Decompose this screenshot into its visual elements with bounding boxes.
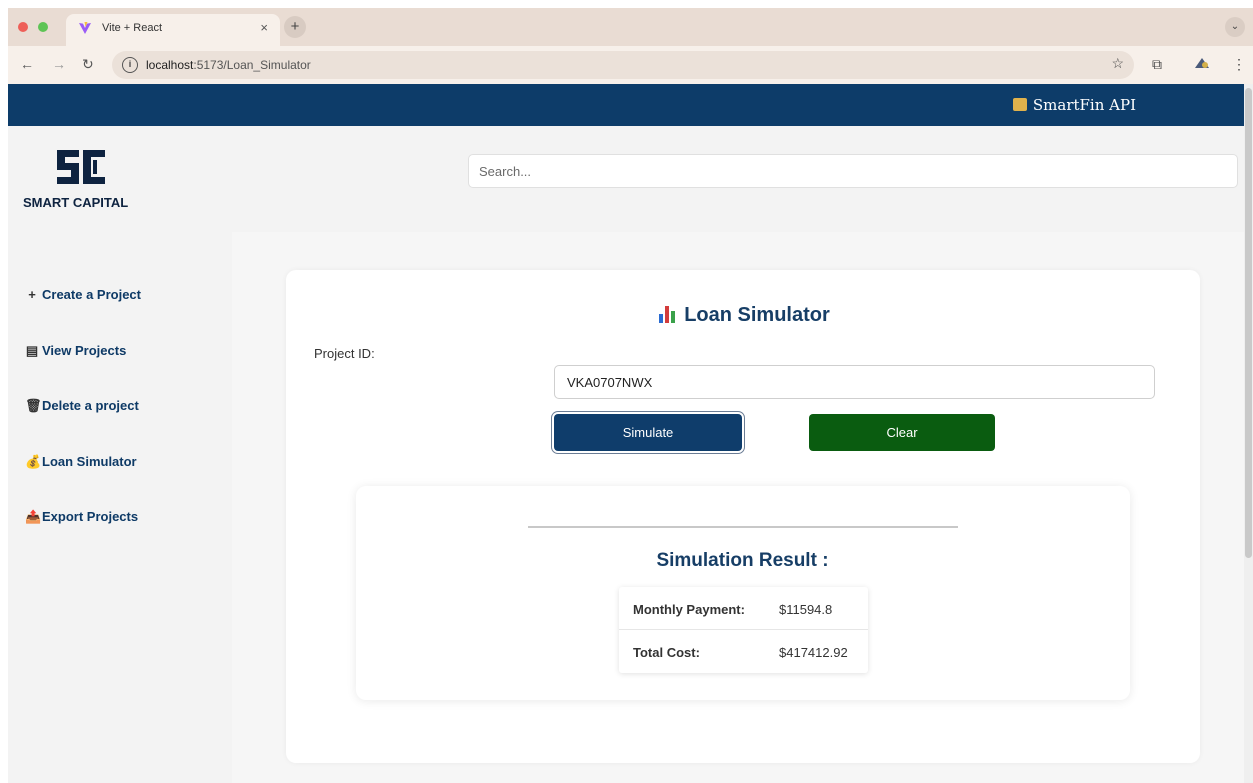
site-info-icon[interactable]: i <box>122 57 138 73</box>
page-scrollbar[interactable] <box>1244 84 1253 783</box>
browser-menu-icon[interactable]: ⋮ <box>1232 56 1246 73</box>
sidebar-item-label: Delete a project <box>42 398 139 413</box>
page-title-text: Loan Simulator <box>684 304 830 326</box>
sidebar-item-label: Export Projects <box>42 509 139 524</box>
table-row: Monthly Payment: $11594.8 <box>619 587 868 630</box>
simulate-button[interactable]: Simulate <box>554 414 742 451</box>
trash-icon: 🗑 <box>25 398 42 413</box>
url-path: :5173/Loan_Simulator <box>193 58 311 72</box>
browser-window: Vite + React × + ⌄ ← → ↻ i localhost:517… <box>8 8 1253 783</box>
address-bar[interactable]: i localhost:5173/Loan_Simulator ☆ <box>112 51 1134 79</box>
smart-capital-logo-icon <box>57 150 105 184</box>
sidebar-item-delete-project[interactable]: 🗑Delete a project <box>25 398 139 414</box>
window-close-button[interactable] <box>18 22 28 32</box>
profile-avatar-icon[interactable] <box>1194 56 1210 73</box>
result-key: Total Cost: <box>633 645 700 660</box>
back-arrow-icon[interactable]: ← <box>20 56 34 72</box>
page-title: Loan Simulator <box>8 304 1253 327</box>
chevron-down-icon[interactable]: ⌄ <box>1225 17 1245 37</box>
tab-title: Vite + React <box>102 22 163 34</box>
project-id-input[interactable] <box>554 365 1155 399</box>
result-value: $417412.92 <box>779 645 848 660</box>
url-host: localhost <box>146 58 194 72</box>
sidebar-item-label: Loan Simulator <box>42 454 137 469</box>
reload-icon[interactable]: ↻ <box>82 56 94 73</box>
project-id-label: Project ID: <box>314 346 375 361</box>
brand-label: SmartFin API <box>1012 96 1136 114</box>
sidebar-item-label: View Projects <box>42 343 127 358</box>
bank-icon <box>1012 98 1027 111</box>
forward-arrow-icon[interactable]: → <box>52 56 66 72</box>
result-title: Simulation Result : <box>656 550 829 571</box>
window-maximize-button[interactable] <box>38 22 48 32</box>
extensions-icon[interactable]: ⧉ <box>1152 56 1162 73</box>
clear-button[interactable]: Clear <box>809 414 995 451</box>
plus-icon: + <box>28 287 36 302</box>
sidebar-item-export-projects[interactable]: 📤Export Projects <box>25 509 138 525</box>
app-header: SmartFin API <box>8 84 1244 126</box>
avatar-shape <box>1195 58 1209 68</box>
export-icon: 📤 <box>25 509 42 524</box>
browser-tab-bar: Vite + React × + ⌄ <box>8 8 1253 46</box>
table-row: Total Cost: $417412.92 <box>619 630 868 673</box>
result-key: Monthly Payment: <box>633 602 745 617</box>
result-value: $11594.8 <box>779 602 833 617</box>
vite-icon <box>79 22 91 34</box>
bookmark-star-icon[interactable]: ☆ <box>1111 55 1124 72</box>
result-divider <box>528 526 958 528</box>
sidebar-item-create-project[interactable]: + Create a Project <box>25 287 141 302</box>
browser-tab[interactable]: Vite + React × <box>66 14 280 46</box>
sidebar-item-loan-simulator[interactable]: 💰Loan Simulator <box>25 454 137 470</box>
tab-close-icon[interactable]: × <box>260 20 268 35</box>
url-text[interactable]: localhost:5173/Loan_Simulator <box>146 58 311 72</box>
search-input[interactable] <box>468 154 1238 188</box>
result-table: Monthly Payment: $11594.8 Total Cost: $4… <box>619 587 868 673</box>
bar-chart-icon <box>658 306 676 323</box>
money-bag-icon: 💰 <box>25 454 42 469</box>
brand-text: SmartFin API <box>1032 96 1136 114</box>
list-icon: ▤ <box>25 343 39 358</box>
new-tab-button[interactable]: + <box>284 16 306 38</box>
browser-toolbar: ← → ↻ i localhost:5173/Loan_Simulator ☆ … <box>8 46 1253 84</box>
sidebar-item-label: Create a Project <box>42 287 141 302</box>
logo[interactable]: SMART CAPITAL <box>23 148 133 218</box>
sidebar-item-view-projects[interactable]: ▤ View Projects <box>25 343 126 359</box>
logo-text: SMART CAPITAL <box>23 195 129 210</box>
